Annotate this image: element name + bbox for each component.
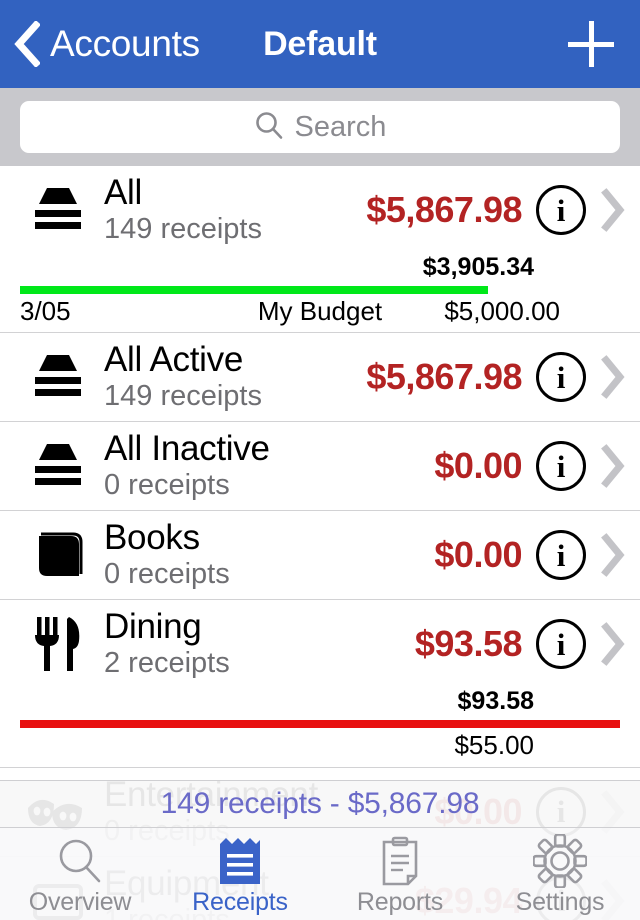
info-circle-icon[interactable]: i [536,352,586,403]
gear-icon [533,834,587,888]
search-placeholder: Search [294,110,387,143]
tab-receipts[interactable]: Receipts [160,828,320,920]
summary-bar: 149 receipts - $5,867.98 [0,780,640,828]
book-icon [22,526,94,584]
info-circle-icon[interactable]: i [536,441,586,492]
budget-limit: $5,000.00 [444,295,560,326]
info-glyph: i [556,359,566,395]
budget-spent: $93.58 [457,687,534,716]
budget-progress-track [20,719,620,728]
back-button[interactable]: Accounts [0,21,200,67]
info-glyph: i [556,448,566,484]
budget-limit: $55.00 [454,729,534,760]
info-glyph: i [556,192,566,228]
tab-settings[interactable]: Settings [480,828,640,920]
budget-progress-fill [20,285,488,294]
info-circle-icon[interactable]: i [536,530,586,581]
receipt-count: 0 receipts [104,469,230,502]
account-name: Dining [104,607,202,647]
budget-meta: $55.00 [20,729,620,761]
account-row[interactable]: All Active 149 receipts $5,867.98 i [0,333,640,423]
account-total: $0.00 [434,445,522,487]
magnifier-icon [55,836,105,886]
budget-name: My Budget [257,295,383,326]
budget-date: 3/05 [20,295,71,326]
tab-bar: Overview Receipts Reports Settings [0,828,640,920]
tab-label: Settings [515,888,605,916]
chevron-left-icon [14,21,40,67]
receipt-count: 149 receipts [104,380,262,413]
budget-progress-fill [20,719,620,728]
account-name: All Active [104,340,243,380]
tab-label: Reports [356,888,444,916]
info-circle-icon[interactable]: i [536,185,586,235]
tab-label: Overview [28,888,132,916]
budget-progress-track [20,285,620,294]
account-row-text: Books 0 receipts [94,519,434,591]
chevron-right-icon [586,533,640,578]
layers-icon [22,184,94,236]
budget-meta: 3/05 My Budget $5,000.00 [20,295,620,327]
account-name: All Inactive [104,429,270,469]
account-row-text: All 149 receipts [94,174,366,246]
clipboard-icon [378,836,422,886]
budget-spent: $3,905.34 [422,253,534,281]
info-circle-icon[interactable]: i [536,619,586,670]
tab-overview[interactable]: Overview [0,828,160,920]
add-button[interactable] [564,17,618,71]
search-icon [254,110,284,145]
account-name: Books [104,518,200,558]
budget-block: $3,905.34 3/05 My Budget $5,000.00 [0,253,640,332]
navigation-bar: Accounts Default [0,0,640,88]
account-row-main[interactable]: All Inactive 0 receipts $0.00 i [0,422,640,510]
tab-reports[interactable]: Reports [320,828,480,920]
receipt-count: 149 receipts [104,213,262,246]
layers-icon [22,440,94,492]
account-total: $5,867.98 [366,189,522,230]
chevron-right-icon [586,355,640,400]
account-row[interactable]: Dining 2 receipts $93.58 i $93.58 $55.00 [0,600,640,768]
info-glyph: i [556,537,566,573]
account-row[interactable]: All 149 receipts $5,867.98 i $3,905.34 3/05 My… [0,166,640,334]
account-row-text: Dining 2 receipts [94,608,415,680]
receipt-count: 0 receipts [104,558,230,591]
search-bar-container: Search [0,88,640,166]
account-name: All [104,173,142,212]
account-row-text: All Active 149 receipts [94,341,366,413]
account-row-main[interactable]: All 149 receipts $5,867.98 i [0,166,640,254]
account-row-text: All Inactive 0 receipts [94,430,434,502]
chevron-right-icon [586,622,640,667]
budget-block: $93.58 $55.00 [0,688,640,766]
summary-text: 149 receipts - $5,867.98 [160,787,480,820]
account-row-main[interactable]: Books 0 receipts $0.00 i [0,511,640,599]
account-total: $5,867.98 [366,356,522,398]
account-row[interactable]: Books 0 receipts $0.00 i [0,511,640,601]
layers-icon [22,351,94,403]
account-total: $93.58 [414,623,523,665]
account-total: $0.00 [434,534,522,576]
account-row-main[interactable]: All Active 149 receipts $5,867.98 i [0,333,640,421]
chevron-right-icon [586,188,640,232]
search-input[interactable]: Search [20,101,620,153]
chevron-right-icon [586,444,640,489]
info-glyph: i [556,626,566,662]
account-row-main[interactable]: Dining 2 receipts $93.58 i [0,600,640,688]
app-root: Accounts Default Search All 149 receipts $… [0,0,640,920]
tab-label: Receipts [192,888,288,916]
receipt-count: 2 receipts [104,647,230,680]
account-row[interactable]: All Inactive 0 receipts $0.00 i [0,422,640,512]
back-button-label: Accounts [50,23,200,64]
fork-knife-icon [22,613,94,675]
receipt-icon [216,836,264,886]
